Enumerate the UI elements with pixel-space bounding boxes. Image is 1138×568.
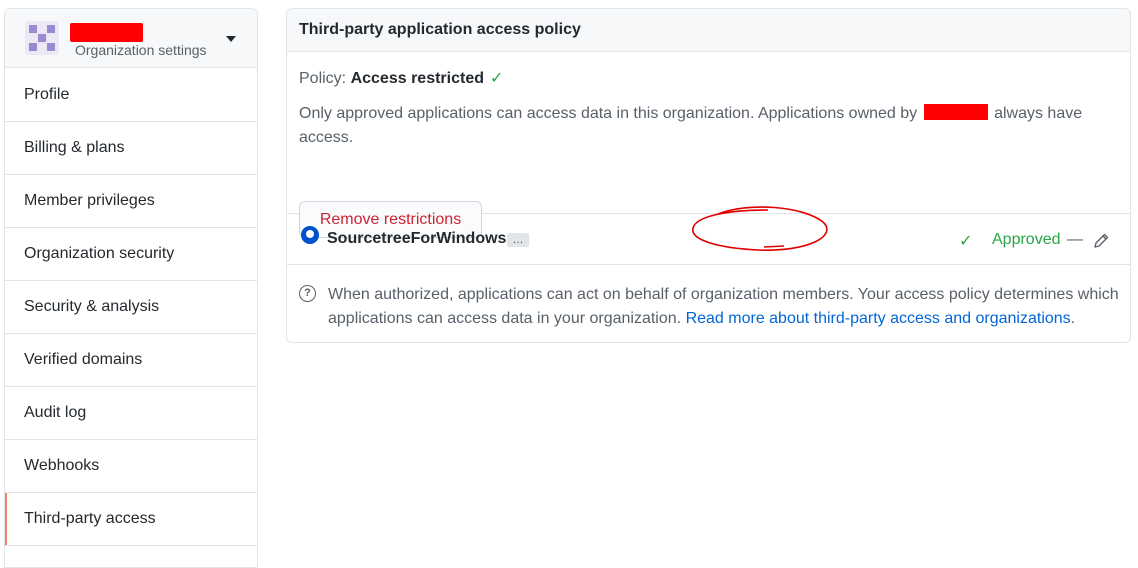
- box-header-title: Third-party application access policy: [287, 9, 1130, 52]
- sidebar-item-security-analysis[interactable]: Security & analysis: [5, 281, 257, 334]
- app-details-toggle[interactable]: …: [507, 233, 529, 247]
- read-more-link[interactable]: Read more about third-party access and o…: [686, 310, 1071, 327]
- policy-line: Policy: Access restricted ✓: [299, 68, 503, 88]
- org-subtitle: Organization settings: [75, 42, 207, 58]
- org-avatar-icon: [25, 21, 59, 55]
- settings-sidebar: Organization settings Profile Billing & …: [4, 8, 258, 568]
- sidebar-item-webhooks[interactable]: Webhooks: [5, 440, 257, 493]
- status-dash: —: [1067, 231, 1083, 248]
- policy-value: Access restricted: [350, 70, 484, 87]
- info-section: ? When authorized, applications can act …: [287, 265, 1130, 342]
- policy-prefix: Policy:: [299, 70, 347, 87]
- org-switcher[interactable]: Organization settings: [5, 9, 257, 68]
- caret-down-icon[interactable]: [226, 36, 236, 42]
- app-name[interactable]: SourcetreeForWindows: [327, 230, 506, 248]
- owner-name-redacted: [923, 104, 988, 120]
- access-policy-box: Third-party application access policy Po…: [286, 8, 1131, 343]
- check-icon: ✓: [490, 70, 504, 87]
- org-name-redacted: [70, 23, 143, 42]
- check-icon: ✓: [959, 233, 973, 250]
- sidebar-item-profile[interactable]: Profile: [5, 68, 257, 122]
- info-text: When authorized, applications can act on…: [328, 286, 1119, 327]
- app-row-sourcetree: SourcetreeForWindows … ✓ Approved —: [287, 214, 1130, 265]
- policy-description: Only approved applications can access da…: [299, 104, 1083, 146]
- app-icon: [301, 226, 319, 244]
- pencil-icon[interactable]: [1092, 232, 1110, 250]
- sidebar-item-member-privileges[interactable]: Member privileges: [5, 175, 257, 228]
- sidebar-item-third-party-access[interactable]: Third-party access: [5, 493, 257, 546]
- sidebar-item-audit-log[interactable]: Audit log: [5, 387, 257, 440]
- policy-section: Policy: Access restricted ✓ Only approved…: [287, 52, 1130, 238]
- app-status: Approved: [992, 231, 1061, 248]
- sidebar-item-organization-security[interactable]: Organization security: [5, 228, 257, 281]
- question-icon: ?: [299, 285, 316, 302]
- sidebar-item-verified-domains[interactable]: Verified domains: [5, 334, 257, 387]
- sidebar-item-billing[interactable]: Billing & plans: [5, 122, 257, 175]
